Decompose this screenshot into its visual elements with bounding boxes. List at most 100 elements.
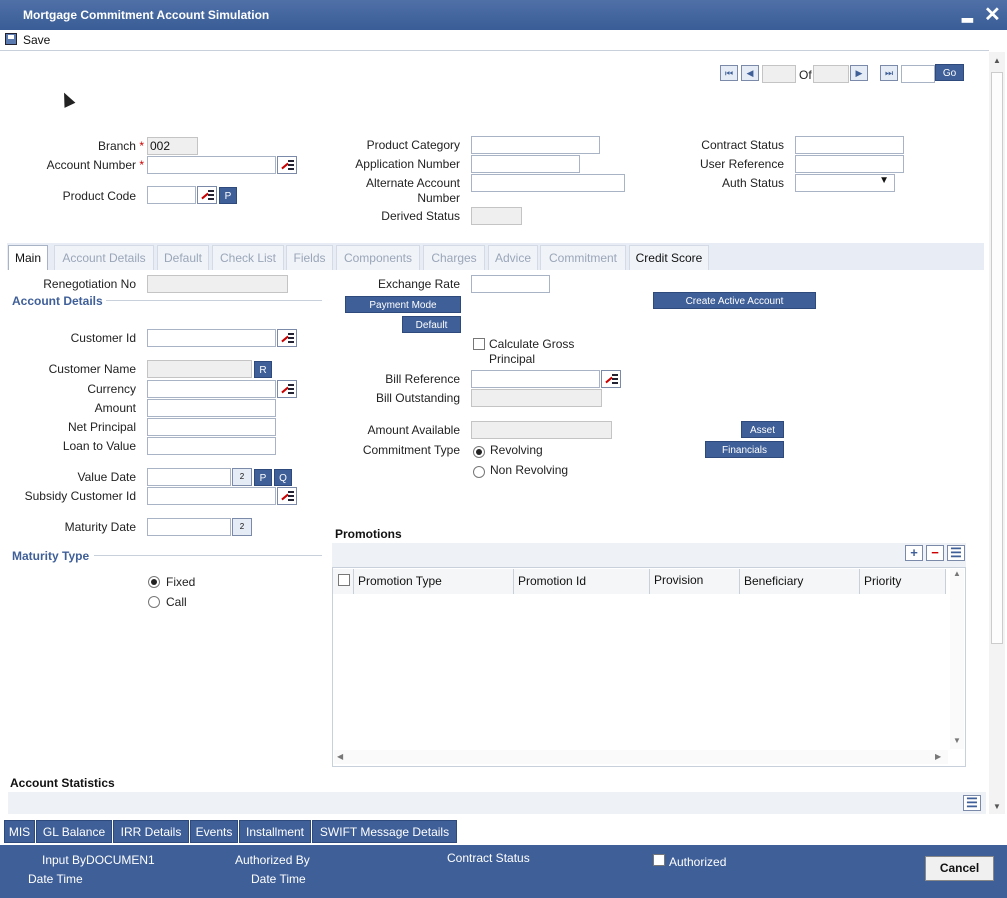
goto-record-input[interactable]: [901, 65, 935, 83]
first-record-icon[interactable]: ⏮: [720, 65, 738, 81]
beneficiary-header[interactable]: Beneficiary: [740, 569, 860, 594]
amount-available-label: Amount Available: [367, 423, 460, 437]
tab-charges[interactable]: Charges: [423, 245, 485, 270]
scroll-up-icon[interactable]: ▲: [953, 569, 961, 578]
product-code-lov-icon[interactable]: [197, 186, 217, 204]
auth-status-label: Auth Status: [721, 176, 784, 190]
select-all-checkbox[interactable]: [338, 574, 350, 586]
tab-advice[interactable]: Advice: [488, 245, 538, 270]
default-button[interactable]: Default: [402, 316, 461, 333]
maturity-date-input[interactable]: [147, 518, 231, 536]
priority-header[interactable]: Priority: [860, 569, 946, 594]
close-icon[interactable]: ✕: [984, 2, 1001, 27]
customer-id-lov-icon[interactable]: [277, 329, 297, 347]
loan-to-value-label: Loan to Value: [62, 439, 136, 453]
scroll-down-icon[interactable]: ▼: [953, 736, 961, 745]
revolving-radio[interactable]: [473, 446, 485, 458]
account-number-lov-icon[interactable]: [277, 156, 297, 174]
subsidy-customer-input[interactable]: [147, 487, 276, 505]
promotions-hscrollbar[interactable]: [334, 750, 948, 764]
exchange-rate-input[interactable]: [471, 275, 550, 293]
account-number-input[interactable]: [147, 156, 276, 174]
go-button[interactable]: Go: [935, 64, 964, 81]
scroll-left-icon[interactable]: ◀: [337, 752, 343, 761]
product-code-p-button[interactable]: P: [219, 187, 237, 204]
net-principal-label: Net Principal: [67, 420, 136, 434]
non-revolving-radio[interactable]: [473, 466, 485, 478]
currency-lov-icon[interactable]: [277, 380, 297, 398]
customer-id-input[interactable]: [147, 329, 276, 347]
chevron-down-icon: ▼: [879, 175, 889, 186]
installment-button[interactable]: Installment: [239, 820, 311, 843]
product-code-input[interactable]: [147, 186, 196, 204]
main-scroll-up-icon[interactable]: ▲: [993, 56, 1001, 65]
value-date-calendar-icon[interactable]: 2: [232, 468, 252, 486]
main-scroll-down-icon[interactable]: ▼: [993, 802, 1001, 811]
cancel-button[interactable]: Cancel: [925, 856, 994, 881]
amount-input[interactable]: [147, 399, 276, 417]
bill-reference-input[interactable]: [471, 370, 600, 388]
tab-main[interactable]: Main: [8, 245, 48, 270]
tab-default[interactable]: Default: [157, 245, 209, 270]
contract-status-label: Contract Status: [701, 138, 784, 152]
promotion-id-header[interactable]: Promotion Id: [514, 569, 650, 594]
previous-record-icon[interactable]: ◀: [741, 65, 759, 81]
last-record-icon[interactable]: ⏭: [880, 65, 898, 81]
save-icon[interactable]: [5, 33, 17, 45]
currency-input[interactable]: [147, 380, 276, 398]
events-button[interactable]: Events: [190, 820, 238, 843]
bill-reference-lov-icon[interactable]: [601, 370, 621, 388]
provision-header[interactable]: Provision: [650, 569, 740, 594]
application-number-input[interactable]: [471, 155, 580, 173]
tab-account-details[interactable]: Account Details: [54, 245, 154, 270]
subsidy-customer-lov-icon[interactable]: [277, 487, 297, 505]
customer-name-r-button[interactable]: R: [254, 361, 272, 378]
next-record-icon[interactable]: ▶: [850, 65, 868, 81]
fixed-radio[interactable]: [148, 576, 160, 588]
single-view-icon[interactable]: ☰: [947, 545, 965, 561]
tab-credit-score[interactable]: Credit Score: [629, 245, 709, 270]
calculate-gross-label: Calculate Gross: [489, 337, 575, 351]
alternate-account-label-2: Number: [417, 191, 460, 205]
calculate-gross-principal-checkbox[interactable]: [473, 338, 485, 350]
loan-to-value-input[interactable]: [147, 437, 276, 455]
value-date-input[interactable]: [147, 468, 231, 486]
mis-button[interactable]: MIS: [4, 820, 35, 843]
value-date-p-button[interactable]: P: [254, 469, 272, 486]
swift-message-details-button[interactable]: SWIFT Message Details: [312, 820, 457, 843]
renegotiation-field: [147, 275, 288, 293]
authorized-checkbox[interactable]: [653, 854, 665, 866]
bill-outstanding-field: [471, 389, 602, 407]
account-statistics-view-icon[interactable]: ☰: [963, 795, 981, 811]
value-date-q-button[interactable]: Q: [274, 469, 292, 486]
promotion-type-header[interactable]: Promotion Type: [354, 569, 514, 594]
date-time-label: Date Time: [28, 872, 83, 886]
tab-check-list[interactable]: Check List: [212, 245, 284, 270]
account-statistics-title: Account Statistics: [10, 776, 115, 790]
tab-fields[interactable]: Fields: [286, 245, 333, 270]
maturity-date-calendar-icon[interactable]: 2: [232, 518, 252, 536]
tab-bar: Main Account Details Default Check List …: [7, 243, 984, 270]
promotions-vscrollbar[interactable]: [950, 569, 964, 749]
payment-mode-button[interactable]: Payment Mode: [345, 296, 461, 313]
minimize-icon[interactable]: ▂: [962, 6, 973, 23]
calculate-gross-label-2: Principal: [489, 352, 536, 366]
main-vscroll-thumb[interactable]: [991, 72, 1003, 644]
asset-button[interactable]: Asset: [741, 421, 784, 438]
add-row-icon[interactable]: +: [905, 545, 923, 561]
of-label: Of: [799, 68, 812, 82]
scroll-right-icon[interactable]: ▶: [935, 752, 941, 761]
financials-button[interactable]: Financials: [705, 441, 784, 458]
create-active-account-button[interactable]: Create Active Account: [653, 292, 816, 309]
delete-row-icon[interactable]: −: [926, 545, 944, 561]
call-radio[interactable]: [148, 596, 160, 608]
tab-commitment[interactable]: Commitment: [540, 245, 626, 270]
net-principal-input[interactable]: [147, 418, 276, 436]
irr-details-button[interactable]: IRR Details: [113, 820, 189, 843]
save-button[interactable]: Save: [23, 33, 50, 47]
user-reference-label: User Reference: [699, 157, 784, 171]
gl-balance-button[interactable]: GL Balance: [36, 820, 112, 843]
tab-components[interactable]: Components: [336, 245, 420, 270]
auth-status-select[interactable]: ▼: [795, 174, 895, 192]
alternate-account-input[interactable]: [471, 174, 625, 192]
